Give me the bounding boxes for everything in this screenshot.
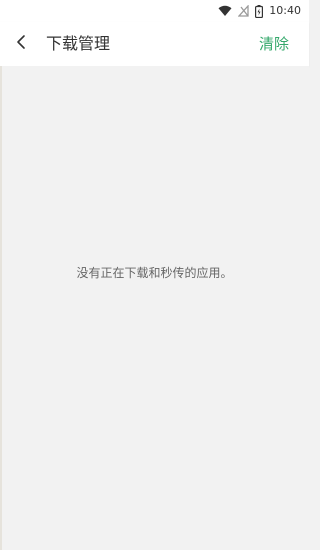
page-title: 下载管理 bbox=[46, 34, 111, 53]
app-bar: 下载管理 清除 bbox=[0, 22, 309, 66]
status-bar: 10:40 bbox=[0, 0, 309, 22]
chevron-left-icon bbox=[15, 34, 27, 54]
empty-state-message: 没有正在下载和秒传的应用。 bbox=[76, 266, 233, 280]
download-list-area: 没有正在下载和秒传的应用。 bbox=[0, 66, 309, 550]
left-edge-divider bbox=[0, 66, 2, 550]
status-time: 10:40 bbox=[269, 4, 301, 17]
wifi-icon bbox=[218, 5, 232, 17]
download-manager-screen: 10:40 下载管理 清除 没有正在下载和秒传的应用。 bbox=[0, 0, 309, 550]
battery-icon bbox=[255, 4, 264, 18]
clear-button[interactable]: 清除 bbox=[259, 22, 289, 66]
no-signal-icon bbox=[238, 5, 249, 17]
back-button[interactable] bbox=[8, 31, 34, 57]
status-icons: 10:40 bbox=[218, 4, 301, 18]
